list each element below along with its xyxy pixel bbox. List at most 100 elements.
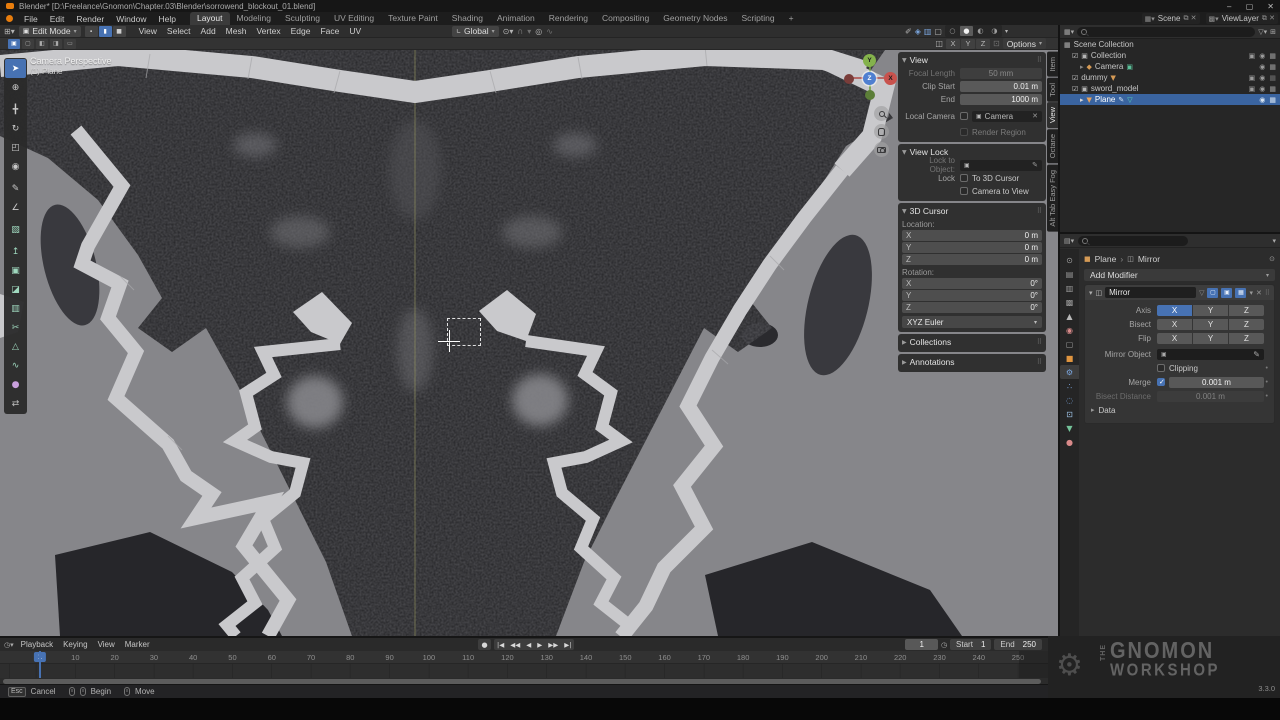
transport-jump-start[interactable]: |◀ <box>494 641 507 649</box>
properties-tab-object-data[interactable]: ▼ <box>1060 421 1079 435</box>
outliner-search-input[interactable] <box>1077 27 1255 37</box>
gizmo-y-negative[interactable] <box>865 90 875 100</box>
properties-tab-object[interactable]: ■ <box>1060 351 1079 365</box>
modifier-name-field[interactable]: Mirror <box>1105 287 1196 298</box>
viewport-menu-item[interactable]: Face <box>315 26 344 36</box>
tool-add-cube[interactable]: ▧ <box>5 220 26 239</box>
merge-checkbox[interactable] <box>1157 378 1165 386</box>
viewport-menu-item[interactable]: UV <box>344 26 366 36</box>
vp-compositor-icon[interactable]: ▢ <box>934 27 942 36</box>
properties-tab-render[interactable]: ▤ <box>1060 267 1079 281</box>
show-realtime-icon[interactable]: ▣ <box>1221 288 1232 298</box>
expand-icon[interactable]: ▶ <box>902 339 907 346</box>
viewport-menu-item[interactable]: Add <box>196 26 221 36</box>
outliner-row-dummy[interactable]: ☑ dummy ▼ ▣◉▦ <box>1060 72 1280 83</box>
transport-play-reverse[interactable]: ◀ <box>523 641 534 649</box>
timeline-menu-item[interactable]: Keying <box>58 640 92 649</box>
gizmo-x-axis[interactable]: X <box>884 72 897 85</box>
zoom-button[interactable] <box>874 106 889 121</box>
drag-handle-icon[interactable]: ⠿ <box>1265 289 1270 297</box>
mode-dropdown[interactable]: ▣ Edit Mode ▾ <box>19 26 81 37</box>
properties-tab-particles[interactable]: ∴ <box>1060 379 1079 393</box>
hide-icon[interactable]: ◉ <box>1259 85 1265 93</box>
extras-dropdown-icon[interactable]: ▾ <box>1249 289 1253 297</box>
record-button[interactable]: ● <box>478 639 491 650</box>
bisect-distance-field[interactable]: 0.001 m <box>1157 391 1264 402</box>
properties-tab-tool[interactable]: ⊙ <box>1060 253 1079 267</box>
expand-icon[interactable]: ▸ <box>1080 63 1084 71</box>
flip-button[interactable]: Y <box>1193 333 1228 344</box>
expand-icon[interactable]: ▸ <box>1091 406 1095 414</box>
camera-view-button[interactable] <box>874 142 889 157</box>
editor-type-selector[interactable]: ⊞▾ <box>4 27 15 36</box>
orientation-dropdown[interactable]: ∟ Global ▾ <box>452 26 499 37</box>
exclude-icon[interactable]: ▣ <box>1249 74 1256 82</box>
collection-checkbox-icon[interactable]: ☑ <box>1072 74 1078 82</box>
clipping-checkbox[interactable] <box>1157 364 1165 372</box>
location-field[interactable]: Y0 m <box>902 242 1042 253</box>
hide-icon[interactable]: ◉ <box>1259 96 1265 104</box>
location-field[interactable]: X0 m <box>902 230 1042 241</box>
blender-menu-icon[interactable] <box>6 15 13 22</box>
collapse-icon[interactable]: ▾ <box>1089 289 1093 297</box>
scene-selector[interactable]: ▦▾ Scene ⧉ ✕ <box>1142 13 1200 24</box>
shading-rendered[interactable]: ◑ <box>988 26 1001 36</box>
expand-icon[interactable]: ▸ <box>1080 96 1084 104</box>
show-edit-mode-icon[interactable]: ▢ <box>1207 288 1218 298</box>
menu-item[interactable]: Window <box>110 14 152 24</box>
tool-bevel[interactable]: ◪ <box>5 280 26 299</box>
clip-end-field[interactable]: 1000 m <box>960 94 1042 105</box>
snap-magnet-icon[interactable]: ∩ <box>517 27 523 36</box>
bisect-button[interactable]: Y <box>1193 319 1228 330</box>
disable-render-icon[interactable]: ▦ <box>1269 96 1276 104</box>
mirror-axis-button[interactable]: Y <box>961 39 975 49</box>
outliner-row-camera[interactable]: ▸ ◆ Camera ▣ ◉▦ <box>1060 61 1280 72</box>
filter-dropdown-icon[interactable]: ▾ <box>1272 237 1276 245</box>
properties-tab-scene[interactable]: ▲ <box>1060 309 1079 323</box>
rotation-field[interactable]: Z0° <box>902 302 1042 313</box>
timeline-ruler[interactable]: 1020304050607080901001101201301401501601… <box>0 651 1048 664</box>
properties-tab-view-layer[interactable]: ▩ <box>1060 295 1079 309</box>
exclude-icon[interactable]: ▣ <box>1249 85 1256 93</box>
close-icon[interactable]: ✕ <box>1256 289 1262 297</box>
editor-type-selector[interactable]: ▤▾ <box>1064 237 1074 245</box>
viewport-menu-item[interactable]: Mesh <box>221 26 252 36</box>
new-scene-icon[interactable]: ⧉ ✕ <box>1183 14 1196 23</box>
pan-button[interactable] <box>874 124 889 139</box>
disable-render-icon[interactable]: ▦ <box>1269 85 1276 93</box>
mirror-axis-button[interactable]: X <box>946 39 960 49</box>
timeline-track[interactable] <box>0 664 1048 678</box>
pin-icon[interactable]: ⊙ <box>1269 255 1275 263</box>
tool-poly-build[interactable]: △ <box>5 337 26 356</box>
bisect-button[interactable]: Z <box>1229 319 1264 330</box>
axis-button[interactable]: Z <box>1229 305 1264 316</box>
viewport-menu-item[interactable]: Vertex <box>251 26 285 36</box>
disable-render-icon[interactable]: ▦ <box>1269 63 1276 71</box>
merge-threshold-field[interactable]: 0.001 m <box>1169 377 1264 388</box>
tool-option-icon-3[interactable]: ◨ <box>50 39 62 49</box>
viewport-menu-item[interactable]: Edge <box>286 26 316 36</box>
vp-gizmo-toggle-icon[interactable]: ✐ <box>905 27 912 36</box>
gizmo-y-axis[interactable]: Y <box>863 54 876 67</box>
eyedropper-icon[interactable]: ✎ <box>1032 161 1038 169</box>
properties-tab-world[interactable]: ◉ <box>1060 323 1079 337</box>
transport-prev-keyframe[interactable]: ◀◀ <box>507 641 523 649</box>
tool-extrude-region[interactable]: ↥ <box>5 242 26 261</box>
viewport-menu-item[interactable]: View <box>134 26 162 36</box>
filter-icon[interactable]: ▽▾ <box>1258 28 1267 36</box>
falloff-icon[interactable]: ∿ <box>546 27 553 36</box>
window-control-button[interactable]: ✕ <box>1267 2 1274 11</box>
collapse-icon[interactable]: ▼ <box>902 208 907 215</box>
hide-icon[interactable]: ◉ <box>1259 52 1265 60</box>
tool-spin[interactable]: ∿ <box>5 356 26 375</box>
focal-length-field[interactable]: 50 mm <box>960 68 1042 79</box>
location-field[interactable]: Z0 m <box>902 254 1042 265</box>
face-select-button[interactable]: ■ <box>113 26 126 37</box>
transport-jump-end[interactable]: ▶| <box>561 641 574 649</box>
outliner-row-scene-collection[interactable]: ▦ Scene Collection <box>1060 39 1280 50</box>
timeline-menu-item[interactable]: View <box>93 640 120 649</box>
lock-3d-cursor-checkbox[interactable] <box>960 174 968 182</box>
gizmo-x-negative[interactable] <box>844 74 854 84</box>
proportional-editing-icon[interactable]: ◎ <box>535 27 542 36</box>
properties-tab-constraints[interactable]: ⊡ <box>1060 407 1079 421</box>
